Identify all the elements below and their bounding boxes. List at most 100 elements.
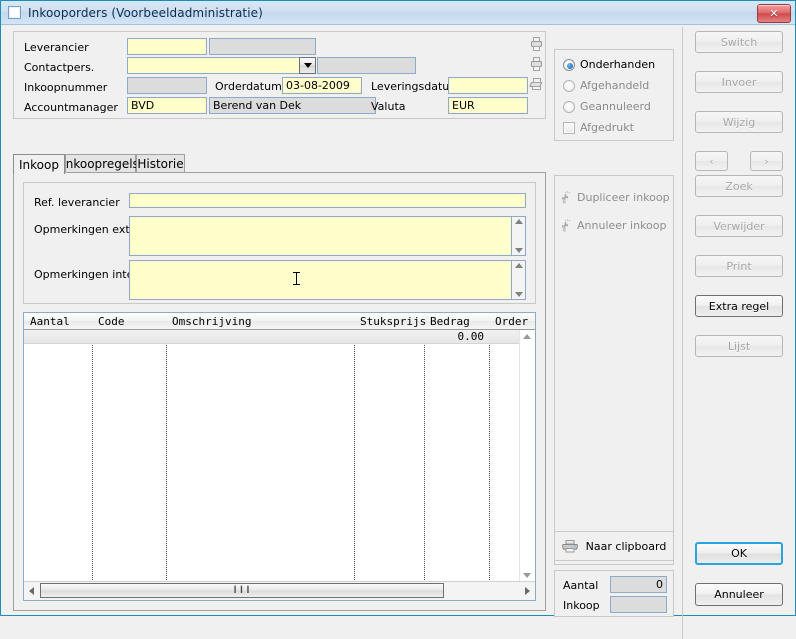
column-separator[interactable]: [166, 330, 167, 582]
grid-col-omschrijving[interactable]: Omschrijving: [172, 315, 251, 328]
totals-group: Aantal Inkoop 0: [554, 570, 674, 617]
table-row[interactable]: 0.00: [24, 330, 520, 344]
accountmanager-name-field: Berend van Dek: [209, 97, 376, 114]
verwijder-button[interactable]: Verwijder: [695, 215, 783, 237]
leveringsdatum-input[interactable]: [448, 77, 528, 94]
radio-afgehandeld[interactable]: Afgehandeld: [563, 79, 649, 92]
grid-col-code[interactable]: Code: [98, 315, 125, 328]
actions-group: Dupliceer inkoop Annuleer inkoop: [554, 175, 674, 565]
column-separator[interactable]: [489, 330, 490, 582]
checkbox-afgedrukt[interactable]: Afgedrukt: [563, 121, 634, 134]
inkooporders-window: Inkooporders (Voorbeeldadministratie) ✕ …: [0, 0, 796, 639]
arrow-left-icon: [29, 586, 34, 595]
grid-vertical-scrollbar[interactable]: [519, 330, 535, 582]
column-separator[interactable]: [92, 330, 93, 582]
tab-inkoop[interactable]: Inkoop: [13, 154, 65, 174]
zoek-button[interactable]: Zoek: [695, 175, 783, 197]
contactpersoon-detail-field: [317, 57, 416, 74]
opmerkingen-extern-textarea[interactable]: [129, 216, 512, 256]
invoer-button[interactable]: Invoer: [695, 71, 783, 93]
inkoop-total-field: [610, 596, 667, 613]
checkbox-label: Afgedrukt: [580, 121, 634, 134]
print-button[interactable]: Print: [695, 255, 783, 277]
radio-label: Onderhanden: [580, 58, 656, 71]
panel-divider: [682, 27, 683, 639]
leverancier-lookup-icon[interactable]: [530, 37, 543, 51]
label-inkoopnummer: Inkoopnummer: [24, 81, 108, 94]
label-contactpers: Contactpers.: [24, 61, 95, 74]
close-button[interactable]: ✕: [757, 4, 791, 23]
tab-label: Historie: [137, 157, 184, 171]
arrow-right-icon: [525, 586, 530, 595]
grid-horizontal-scrollbar[interactable]: ❙❙❙: [24, 581, 535, 600]
previous-button[interactable]: ‹: [695, 151, 728, 171]
grid-header-row: Aantal Code Omschrijving Stuksprijs Bedr…: [24, 313, 535, 330]
tab-inkoopregels[interactable]: Inkoopregels: [62, 154, 139, 173]
click-hand-icon: [561, 190, 574, 204]
scroll-down-icon: [514, 248, 523, 253]
contactpersoon-input[interactable]: [127, 57, 316, 74]
scroll-left-button[interactable]: [24, 582, 39, 599]
orderdatum-input[interactable]: 03-08-2009: [282, 77, 362, 94]
grid-col-stuksprijs[interactable]: Stuksprijs: [360, 315, 426, 328]
scroll-down-icon: [514, 292, 523, 297]
radio-onderhanden[interactable]: Onderhanden: [563, 58, 655, 71]
notes-group: Ref. leverancier Opmerkingen extern Opme…: [23, 182, 536, 304]
hscroll-thumb[interactable]: ❙❙❙: [40, 583, 444, 598]
label-leveringsdatum: Leveringsdatum: [371, 80, 460, 93]
scroll-right-button[interactable]: [520, 582, 535, 599]
column-separator[interactable]: [424, 330, 425, 582]
opmerkingen-intern-textarea[interactable]: [129, 260, 512, 300]
orderdatum-print-icon[interactable]: [529, 77, 544, 91]
text-cursor: [293, 272, 300, 285]
leverancier-code-input[interactable]: [127, 38, 207, 55]
contactpersoon-lookup-icon[interactable]: [530, 57, 543, 71]
inkoopnummer-field: [127, 77, 207, 94]
valuta-input[interactable]: EUR: [448, 97, 528, 114]
header-form-group: Leverancier Contactpers. Inkoopnummer Ac…: [13, 31, 546, 119]
scroll-up-icon: [514, 219, 523, 224]
grid-body[interactable]: 0.00: [24, 330, 535, 582]
tab-label: Inkoopregels: [62, 157, 139, 171]
radio-icon: [563, 100, 575, 113]
scroll-up-icon: [514, 263, 523, 268]
inkoopregels-grid: Aantal Code Omschrijving Stuksprijs Bedr…: [23, 312, 536, 601]
ok-button[interactable]: OK: [695, 542, 783, 565]
dupliceer-inkoop-button[interactable]: Dupliceer inkoop: [561, 190, 670, 204]
annuleer-button[interactable]: Annuleer: [695, 583, 783, 606]
accountmanager-code-input[interactable]: BVD: [127, 97, 207, 114]
switch-button[interactable]: Switch: [695, 31, 783, 53]
click-hand-icon: [561, 218, 574, 232]
grid-col-bedrag[interactable]: Bedrag: [430, 315, 470, 328]
extra-regel-button[interactable]: Extra regel: [695, 295, 783, 317]
next-button[interactable]: ›: [750, 151, 783, 171]
tab-historie[interactable]: Historie: [136, 154, 185, 173]
lijst-button[interactable]: Lijst: [695, 335, 783, 357]
label-ref-leverancier: Ref. leverancier: [34, 196, 120, 209]
contactpersoon-dropdown-button[interactable]: [299, 57, 316, 74]
chevron-down-icon: [303, 63, 312, 68]
label-accountmanager: Accountmanager: [24, 101, 118, 114]
radio-label: Afgehandeld: [580, 79, 650, 92]
tab-label: Inkoop: [19, 157, 59, 172]
grip-icon: ❙❙❙: [232, 585, 252, 595]
annuleer-inkoop-button[interactable]: Annuleer inkoop: [561, 218, 667, 232]
cell-bedrag[interactable]: 0.00: [426, 330, 485, 343]
grid-col-order[interactable]: Order: [495, 315, 528, 328]
radio-icon: [563, 79, 575, 92]
leverancier-name-field: [209, 38, 316, 55]
radio-geannuleerd[interactable]: Geannuleerd: [563, 100, 651, 113]
naar-clipboard-button[interactable]: Naar clipboard: [555, 532, 673, 560]
tab-strip: Inkoop Inkoopregels Historie: [13, 154, 546, 174]
window-title: Inkooporders (Voorbeeldadministratie): [28, 5, 263, 20]
opmerkingen-intern-scrollbar[interactable]: [511, 260, 526, 300]
opmerkingen-extern-scrollbar[interactable]: [511, 216, 526, 256]
grid-col-aantal[interactable]: Aantal: [30, 315, 70, 328]
column-separator[interactable]: [354, 330, 355, 582]
label-inkoop: Inkoop: [563, 599, 600, 612]
ref-leverancier-input[interactable]: [129, 193, 526, 208]
clipboard-group: Naar clipboard: [554, 531, 674, 561]
label-valuta: Valuta: [371, 100, 406, 113]
scroll-down-icon: [523, 573, 531, 578]
wijzig-button[interactable]: Wijzig: [695, 111, 783, 133]
